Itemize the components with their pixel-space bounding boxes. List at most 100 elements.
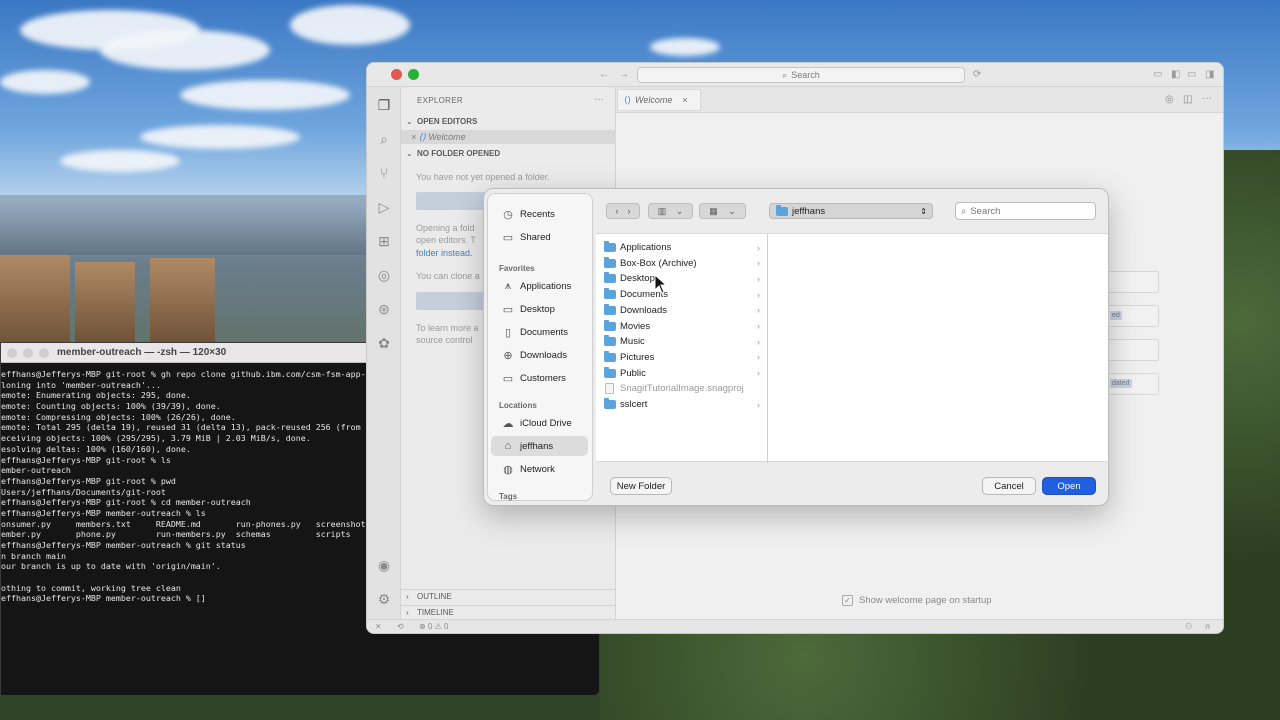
search-icon: ⌕ [782,69,788,80]
chatgpt-icon[interactable]: ✿ [376,335,392,352]
remote-explorer-icon[interactable]: ◎ [376,267,392,284]
vscode-icon: ⟨⟩ [624,94,632,105]
back-forward-buttons[interactable]: ‹ › [606,203,640,219]
dialog-sidebar: ◷ Recents ▭ Shared Favorites ⩚ Applications… [487,193,593,501]
back-arrow-icon[interactable]: ← [599,69,609,80]
toggle-sidebar-icon[interactable]: ◧ [1171,69,1180,80]
account-icon[interactable]: ◉ [376,557,392,574]
new-folder-button[interactable]: New Folder [610,477,672,495]
chevron-right-icon: › [757,273,760,284]
open-button[interactable]: Open [1042,477,1096,495]
file-row[interactable]: sslcert › [604,397,760,412]
sidebar-item-shared[interactable]: ▭ Shared [491,227,588,247]
close-dot-icon[interactable] [7,347,17,358]
search-input[interactable]: ⌕ Search [955,202,1096,220]
github-icon[interactable]: ⊛ [376,301,392,318]
file-row[interactable]: Music › [604,334,760,349]
group-mode-button[interactable]: ▦ ⌄ [699,203,746,219]
view-mode-button[interactable]: ▥ ⌄ [648,203,693,219]
more-actions-icon[interactable]: ··· [1202,93,1212,104]
explorer-icon[interactable]: ❐ [376,97,392,114]
opening-folder-text-2: open editors. T [416,235,476,245]
layout-sidebar-icon[interactable]: ▭ [1153,69,1162,80]
shared-folder-icon: ▭ [502,231,514,244]
path-popup-button[interactable]: jeffhans ⇕ [769,203,933,219]
forward-arrow-icon[interactable]: → [619,69,629,80]
walkthrough-card[interactable]: ed [1107,305,1159,327]
file-row[interactable]: Documents › [604,287,760,302]
file-row[interactable]: Applications › [604,240,760,255]
toggle-secondary-sidebar-icon[interactable]: ◨ [1205,69,1214,80]
status-badge: ed [1110,311,1122,320]
bell-icon[interactable]: ⍾ [1205,622,1210,632]
file-row[interactable]: Public › [604,366,760,381]
chevron-right-icon: › [757,399,760,410]
close-window-icon[interactable] [391,69,402,80]
folder-icon [604,241,616,252]
welcome-startup-option[interactable]: ✓ Show welcome page on startup [842,595,992,606]
close-icon[interactable]: × [411,132,416,142]
learn-more-text-2: source control [416,335,473,345]
sidebar-item-applications[interactable]: ⩚ Applications [491,276,588,296]
add-folder-link[interactable]: folder instead. [416,248,473,258]
copilot-icon[interactable]: ⟳ [973,69,981,80]
sidebar-item-customers[interactable]: ▭ Customers [491,368,588,388]
timeline-section[interactable]: › TIMELINE [401,605,616,619]
file-row[interactable]: Downloads › [604,303,760,318]
favorites-heading: Favorites [499,264,535,273]
document-icon: ▯ [504,326,512,339]
file-name: Public [620,367,646,379]
problems-indicator[interactable]: ⊗ 0 ⚠ 0 [419,622,448,631]
folder-icon [604,256,616,268]
chevron-right-icon[interactable]: › [628,206,631,216]
file-row[interactable]: Pictures › [604,350,760,365]
walkthrough-card[interactable] [1107,271,1159,293]
desktop-icon: ▭ [502,303,514,316]
sidebar-item-recents[interactable]: ◷ Recents [491,204,588,224]
chevron-left-icon[interactable]: ‹ [616,206,619,216]
remote-icon[interactable]: ⨯ [375,622,382,631]
open-editors-section[interactable]: ⌄ OPEN EDITORS [401,115,616,129]
copilot-icon[interactable]: ◎ [1165,94,1174,105]
sidebar-item-downloads[interactable]: ⊕ Downloads [491,345,588,365]
close-icon[interactable]: × [682,95,687,105]
accounts-icon[interactable]: ⚇ [1185,622,1192,631]
checkbox[interactable]: ✓ [842,595,853,606]
sidebar-item-desktop[interactable]: ▭ Desktop [491,299,588,319]
run-debug-icon[interactable]: ▷ [376,199,392,216]
no-folder-section[interactable]: ⌄ NO FOLDER OPENED [401,147,616,161]
tab-welcome[interactable]: ⟨⟩ Welcome × [617,89,701,111]
split-editor-icon[interactable]: ◫ [1183,94,1192,105]
search-icon[interactable]: ⌕ [376,131,392,148]
outline-section[interactable]: › OUTLINE [401,589,616,603]
open-editor-item[interactable]: × ⟨⟩ Welcome [401,130,616,144]
cancel-button[interactable]: Cancel [982,477,1036,495]
file-name: Movies [620,320,651,332]
sidebar-item-network[interactable]: ◍ Network [491,459,588,479]
file-row[interactable]: Box-Box (Archive) › [604,256,760,271]
status-bar: ⨯ ⟲ ⊗ 0 ⚠ 0 ⚇ ⍾ [367,619,1223,633]
extensions-icon[interactable]: ⊞ [376,233,392,250]
file-name: SnagitTutorialImage.snagproj [620,383,744,395]
file-row[interactable]: Movies › [604,319,760,334]
sidebar-item-jeffhans[interactable]: ⌂ jeffhans [491,436,588,456]
chevron-right-icon: › [406,608,409,617]
columns-view-icon: ▥ [657,205,667,216]
zoom-window-icon[interactable] [408,69,419,80]
file-row[interactable]: Desktop › [604,271,760,286]
zoom-dot-icon[interactable] [39,347,49,358]
more-actions-icon[interactable]: ··· [594,94,604,105]
sidebar-item-documents[interactable]: ▯ Documents [491,322,588,342]
gear-icon[interactable]: ⚙ [376,591,392,608]
folder-icon [604,319,616,331]
toggle-panel-icon[interactable]: ▭ [1187,69,1196,80]
walkthrough-card[interactable]: dated [1107,373,1159,395]
file-row[interactable]: SnagitTutorialImage.snagproj [604,381,760,396]
sidebar-item-icloud-drive[interactable]: ☁ iCloud Drive [491,413,588,433]
source-control-icon[interactable]: ⑂ [376,165,392,181]
walkthrough-card[interactable] [1107,339,1159,361]
learn-more-text: To learn more a [416,323,479,333]
command-center-search[interactable]: ⌕ Search [637,67,965,83]
sync-icon[interactable]: ⟲ [397,622,404,631]
minimize-dot-icon[interactable] [23,347,33,358]
